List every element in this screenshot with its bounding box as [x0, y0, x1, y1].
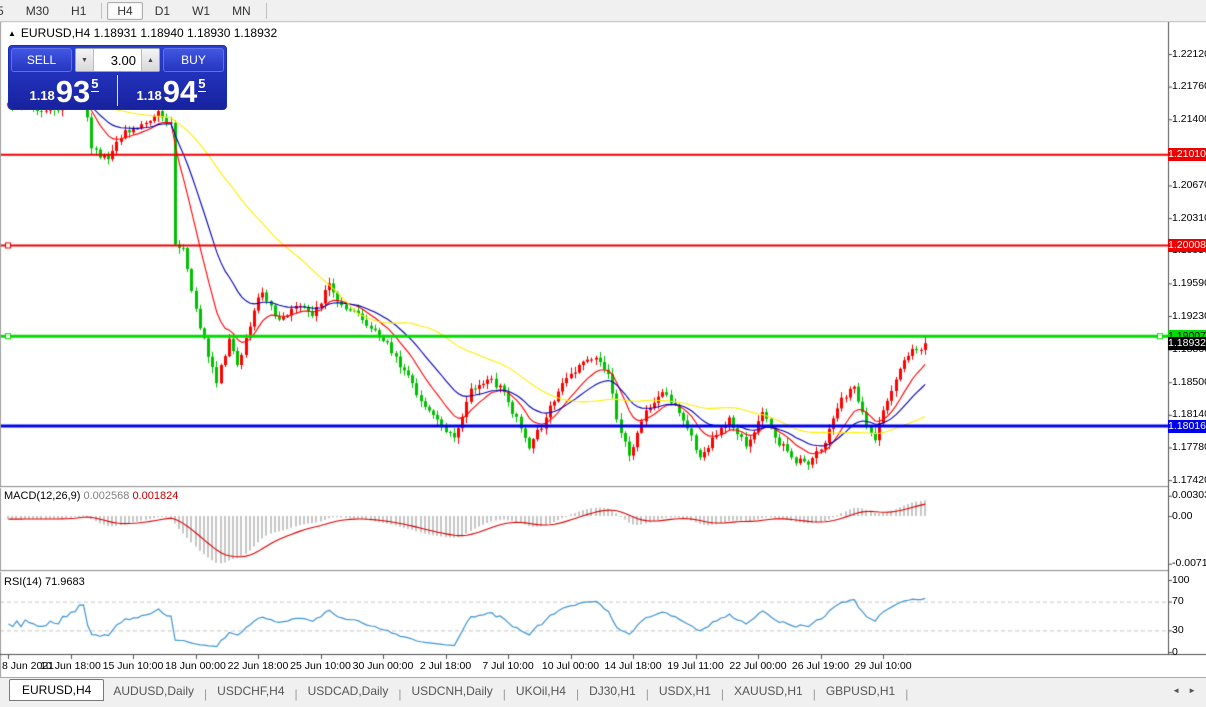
time-label-14: 29 Jul 10:00	[854, 660, 911, 672]
sell-price-big: 93	[56, 77, 90, 106]
toolbar-separator	[266, 3, 267, 19]
price-tick-1.20310: 1.20310	[1172, 212, 1206, 225]
sell-button[interactable]: SELL	[11, 48, 72, 72]
tabs-scroll-left-icon[interactable]: ◄	[1172, 686, 1180, 695]
time-label-2: 15 Jun 10:00	[103, 660, 164, 672]
tab-scroll-arrows: ◄ ►	[1172, 678, 1206, 695]
time-label-10: 14 Jul 18:00	[604, 660, 661, 672]
tab-gbpusd-h1[interactable]: GBPUSD,H1	[817, 681, 904, 701]
tab-dj30-h1[interactable]: DJ30,H1	[580, 681, 645, 701]
rsi-tick-70: 70	[1172, 595, 1184, 608]
down-arrow-icon: ▼	[81, 57, 88, 64]
price-badge-1.18932: 1.18932	[1168, 337, 1206, 350]
time-label-9: 10 Jul 00:00	[542, 660, 599, 672]
price-tick-1.18500: 1.18500	[1172, 376, 1206, 389]
macd-tick--0.00715: -0.00715	[1172, 557, 1206, 570]
buy-price-prefix: 1.18	[136, 88, 161, 103]
timeframe-button-h1[interactable]: H1	[61, 2, 96, 20]
price-tick-1.20670: 1.20670	[1172, 179, 1206, 192]
tab-separator: |	[398, 687, 401, 701]
tab-separator: |	[721, 687, 724, 701]
time-label-5: 25 Jun 10:00	[290, 660, 351, 672]
mt4-window: 5M30H1H4D1W1MN ▲EURUSD,H4 1.18931 1.1894…	[0, 0, 1206, 707]
price-tick-1.19230: 1.19230	[1172, 310, 1206, 323]
toolbar-separator	[101, 3, 102, 19]
up-arrow-icon: ▲	[147, 57, 154, 64]
tab-separator: |	[576, 687, 579, 701]
price-badge-1.21010: 1.21010	[1168, 148, 1206, 161]
time-label-7: 2 Jul 18:00	[420, 660, 471, 672]
time-label-12: 22 Jul 00:00	[729, 660, 786, 672]
rsi-tick-30: 30	[1172, 624, 1184, 637]
price-badge-1.20008: 1.20008	[1168, 239, 1206, 252]
rsi-value: 71.9683	[45, 576, 85, 588]
time-label-3: 18 Jun 00:00	[165, 660, 226, 672]
timeframe-button-d1[interactable]: D1	[145, 2, 180, 20]
timeframe-toolbar: 5M30H1 H4D1W1MN	[0, 0, 1206, 22]
timeframe-button-5[interactable]: 5	[0, 2, 14, 20]
price-tick-1.17420: 1.17420	[1172, 474, 1206, 487]
price-tick-1.21400: 1.21400	[1172, 113, 1206, 126]
tab-usdx-h1[interactable]: USDX,H1	[650, 681, 720, 701]
price-tick-1.21760: 1.21760	[1172, 80, 1206, 93]
volume-decrease-button[interactable]: ▼	[76, 49, 94, 71]
price-tick-1.22120: 1.22120	[1172, 48, 1206, 61]
time-label-6: 30 Jun 00:00	[353, 660, 414, 672]
time-label-8: 7 Jul 10:00	[482, 660, 533, 672]
sell-price-prefix: 1.18	[29, 88, 54, 103]
chart-tab-bar: EURUSD,H4AUDUSD,Daily|USDCHF,H4|USDCAD,D…	[0, 677, 1206, 707]
buy-button[interactable]: BUY	[163, 48, 224, 72]
macd-label: MACD(12,26,9) 0.002568 0.001824	[4, 490, 178, 502]
timeframe-button-h4[interactable]: H4	[107, 2, 142, 20]
rsi-name: RSI(14)	[4, 576, 42, 588]
time-label-11: 19 Jul 11:00	[667, 660, 723, 672]
rsi-tick-100: 100	[1172, 574, 1190, 587]
tab-separator: |	[295, 687, 298, 701]
macd-tick-0.003031: 0.003031	[1172, 489, 1206, 502]
macd-value-main: 0.002568	[83, 490, 129, 502]
tab-separator: |	[204, 687, 207, 701]
chart-tabs: EURUSD,H4AUDUSD,Daily|USDCHF,H4|USDCAD,D…	[0, 678, 1172, 701]
tab-usdchf-h4[interactable]: USDCHF,H4	[208, 681, 293, 701]
time-label-1: 10 Jun 18:00	[40, 660, 101, 672]
macd-name: MACD(12,26,9)	[4, 490, 80, 502]
chart-title: ▲ EURUSD,H4 1.18931 1.18940 1.18930 1.189…	[8, 26, 277, 40]
price-badge-1.18016: 1.18016	[1168, 420, 1206, 433]
timeframe-button-m30[interactable]: M30	[16, 2, 59, 20]
tab-separator: |	[905, 687, 908, 701]
collapse-triangle-icon[interactable]: ▲	[8, 29, 16, 38]
tab-audusd-daily[interactable]: AUDUSD,Daily	[104, 681, 203, 701]
time-label-4: 22 Jun 18:00	[228, 660, 289, 672]
tab-usdcnh-daily[interactable]: USDCNH,Daily	[402, 681, 501, 701]
tab-separator: |	[813, 687, 816, 701]
sell-price-display[interactable]: 1.18935	[11, 74, 117, 107]
buy-price-big: 94	[163, 77, 197, 106]
tab-xauusd-h1[interactable]: XAUUSD,H1	[725, 681, 812, 701]
timeframe-button-w1[interactable]: W1	[182, 2, 220, 20]
buy-price-pip: 5	[198, 76, 205, 92]
buy-price-display[interactable]: 1.18945	[118, 74, 224, 107]
timeframe-button-mn[interactable]: MN	[222, 2, 261, 20]
one-click-trading-panel: SELL ▼ ▲ BUY 1.18935 1.18945	[8, 45, 227, 110]
tab-ukoil-h4[interactable]: UKOil,H4	[507, 681, 575, 701]
macd-tick-0.00: 0.00	[1172, 510, 1192, 523]
time-label-13: 26 Jul 19:00	[792, 660, 849, 672]
volume-stepper: ▼ ▲	[75, 48, 160, 72]
price-tick-1.19590: 1.19590	[1172, 277, 1206, 290]
trade-controls-row: SELL ▼ ▲ BUY	[11, 48, 224, 72]
macd-value-signal: 0.001824	[132, 490, 178, 502]
volume-increase-button[interactable]: ▲	[141, 49, 159, 71]
trade-prices-row: 1.18935 1.18945	[11, 74, 224, 107]
tabs-scroll-right-icon[interactable]: ►	[1188, 686, 1196, 695]
rsi-tick-0: 0	[1172, 646, 1178, 659]
price-tick-1.17780: 1.17780	[1172, 441, 1206, 454]
sell-price-pip: 5	[91, 76, 98, 92]
chart-title-text: EURUSD,H4 1.18931 1.18940 1.18930 1.1893…	[21, 26, 277, 40]
volume-input[interactable]	[94, 49, 141, 71]
rsi-label: RSI(14) 71.9683	[4, 576, 85, 588]
tab-usdcad-daily[interactable]: USDCAD,Daily	[299, 681, 398, 701]
tab-eurusd-h4[interactable]: EURUSD,H4	[9, 679, 104, 701]
tab-separator: |	[503, 687, 506, 701]
tab-separator: |	[646, 687, 649, 701]
